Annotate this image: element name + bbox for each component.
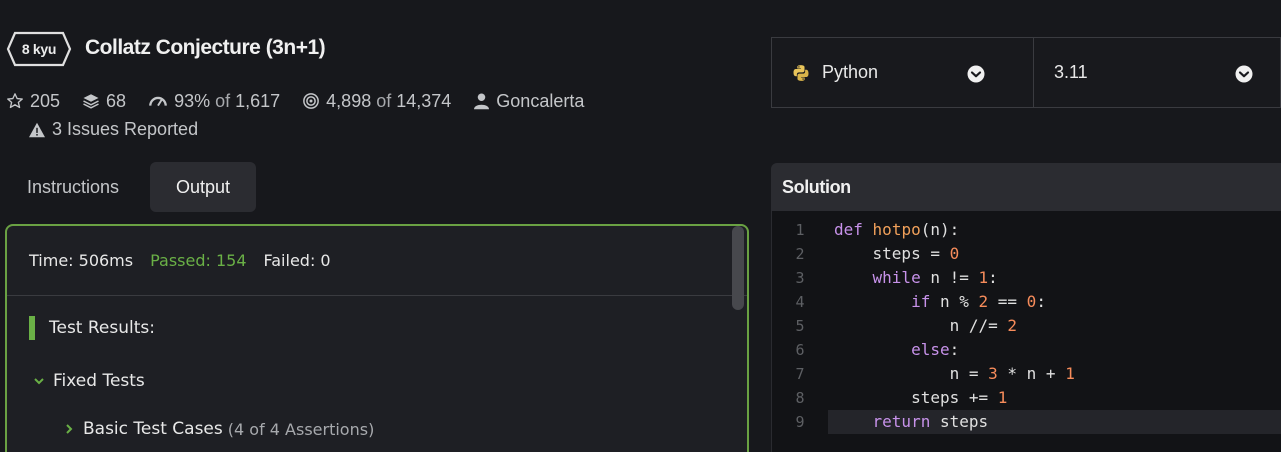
issues-link[interactable]: 3 Issues Reported	[28, 119, 198, 140]
rank-badge: 8 kyu	[6, 31, 72, 67]
code-line[interactable]: n = 3 * n + 1	[828, 362, 1281, 386]
version-select[interactable]: 3.11	[1033, 37, 1281, 108]
test-summary: Time: 506ms Passed: 154 Failed: 0	[7, 226, 747, 296]
python-icon	[793, 64, 809, 81]
star-icon	[7, 93, 23, 109]
line-number: 9	[795, 413, 805, 431]
chevron-down-icon	[967, 65, 985, 83]
kata-title: Collatz Conjecture (3n+1)	[85, 36, 326, 59]
output-panel: Time: 506ms Passed: 154 Failed: 0 Test R…	[5, 224, 749, 452]
line-number: 4	[795, 293, 805, 311]
completed-count: 4,898	[326, 90, 372, 111]
fixed-tests-label: Fixed Tests	[53, 371, 145, 391]
line-number: 6	[795, 341, 805, 359]
gauge-icon	[149, 96, 167, 107]
code-line[interactable]: steps += 1	[828, 386, 1281, 410]
basic-test-cases-group[interactable]: Basic Test Cases (4 of 4 Assertions)	[63, 419, 374, 439]
line-number: 5	[795, 317, 805, 335]
run-time: Time: 506ms	[29, 251, 134, 270]
issues-label: 3 Issues Reported	[52, 119, 199, 139]
kata-stats: 205 68 93% of 1,617 4,898 of 14,374 Gonc…	[6, 89, 606, 113]
satisfaction-of: of	[215, 90, 231, 111]
stars-stat[interactable]: 205	[6, 91, 60, 112]
completed-stat: 4,898 of 14,374	[302, 91, 451, 112]
author-stat[interactable]: Goncalerta	[473, 91, 584, 112]
user-icon	[474, 93, 490, 110]
version-value: 3.11	[1054, 62, 1088, 82]
fixed-tests-group[interactable]: Fixed Tests	[33, 371, 145, 391]
satisfaction-stat: 93% of 1,617	[148, 91, 280, 112]
satisfaction-votes: 1,617	[235, 90, 281, 111]
code-line[interactable]: steps = 0	[828, 242, 1281, 266]
layers-icon	[83, 94, 99, 109]
code-line[interactable]: if n % 2 == 0:	[828, 290, 1281, 314]
line-number-gutter: 1 2 3 4 5 6 7 8 9	[772, 218, 828, 434]
failed-count: Failed: 0	[263, 251, 331, 270]
line-number: 3	[795, 269, 805, 287]
results-marker	[29, 316, 35, 340]
code-line[interactable]: return steps	[828, 410, 1281, 434]
line-number: 2	[795, 245, 805, 263]
code-line[interactable]: while n != 1:	[828, 266, 1281, 290]
code-editor[interactable]: 1 2 3 4 5 6 7 8 9 def hotpo(n): steps = 0 while …	[771, 211, 1281, 452]
assertions-count: (4 of 4 Assertions)	[227, 419, 375, 439]
language-value: Python	[822, 62, 879, 82]
line-number: 7	[795, 365, 805, 383]
code-line[interactable]: n //= 2	[828, 314, 1281, 338]
collections-count: 68	[106, 90, 127, 111]
chevron-down-icon	[34, 378, 44, 385]
satisfaction-percent: 93%	[174, 90, 211, 111]
chevron-down-icon	[1235, 65, 1253, 83]
stars-count: 205	[30, 90, 61, 111]
language-select[interactable]: Python	[771, 37, 1041, 108]
test-results-heading: Test Results:	[29, 316, 155, 340]
tab-output[interactable]: Output	[150, 162, 256, 212]
completed-of: of	[376, 90, 392, 111]
warning-icon	[29, 122, 45, 137]
solution-heading: Solution	[771, 163, 1281, 211]
author-name[interactable]: Goncalerta	[496, 91, 584, 112]
rank-label: 8 kyu	[21, 41, 57, 57]
tab-instructions[interactable]: Instructions	[6, 162, 140, 212]
code-line[interactable]: else:	[828, 338, 1281, 362]
chevron-right-icon	[66, 424, 73, 434]
collections-stat[interactable]: 68	[82, 91, 126, 112]
basic-test-cases-label: Basic Test Cases	[83, 419, 223, 439]
code-line[interactable]: def hotpo(n):	[828, 218, 1281, 242]
line-number: 1	[795, 221, 805, 239]
target-icon	[303, 93, 320, 109]
completed-attempts: 14,374	[396, 90, 452, 111]
line-number: 8	[795, 389, 805, 407]
passed-count: Passed: 154	[150, 251, 247, 270]
output-scrollbar[interactable]	[732, 226, 744, 310]
test-results-label: Test Results:	[49, 318, 155, 338]
code-area[interactable]: def hotpo(n): steps = 0 while n != 1: if…	[828, 218, 1281, 434]
